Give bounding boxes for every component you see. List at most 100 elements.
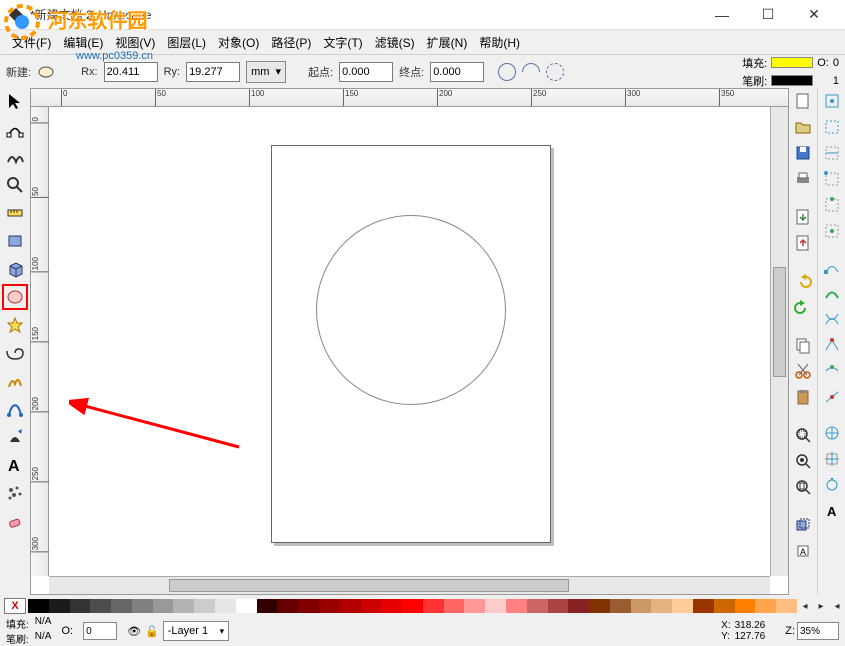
snap-smooth-icon[interactable] <box>821 360 843 382</box>
palette-swatch[interactable] <box>402 599 423 613</box>
palette-swatch[interactable] <box>589 599 610 613</box>
import-icon[interactable] <box>792 206 814 228</box>
measure-tool[interactable] <box>2 200 28 226</box>
palette-swatch[interactable] <box>714 599 735 613</box>
snap-line-midpoint-icon[interactable] <box>821 386 843 408</box>
palette-swatch[interactable] <box>631 599 652 613</box>
zoom-input[interactable] <box>797 622 839 640</box>
status-stroke[interactable]: N/A <box>35 631 52 646</box>
ellipse-preset-icon[interactable] <box>37 63 55 81</box>
ellipse-tool[interactable] <box>2 284 28 310</box>
minimize-button[interactable]: — <box>699 1 745 29</box>
snap-bbox-midpoint-icon[interactable] <box>821 194 843 216</box>
snap-bbox-corner-icon[interactable] <box>821 168 843 190</box>
ry-input[interactable] <box>186 62 240 82</box>
palette-swatch[interactable] <box>111 599 132 613</box>
palette-swatch[interactable] <box>672 599 693 613</box>
zoom-drawing-icon[interactable] <box>792 450 814 472</box>
scrollbar-vertical[interactable] <box>770 107 788 576</box>
spiral-tool[interactable] <box>2 340 28 366</box>
rectangle-tool[interactable] <box>2 228 28 254</box>
menu-path[interactable]: 路径(P) <box>265 34 317 51</box>
node-tool[interactable] <box>2 116 28 142</box>
export-icon[interactable] <box>792 232 814 254</box>
palette-swatch[interactable] <box>257 599 278 613</box>
palette-swatch[interactable] <box>49 599 70 613</box>
new-doc-icon[interactable] <box>792 90 814 112</box>
bezier-tool[interactable] <box>2 396 28 422</box>
palette-swatch[interactable] <box>28 599 49 613</box>
unit-select[interactable]: mm▾ <box>246 61 286 83</box>
zoom-tool[interactable] <box>2 172 28 198</box>
palette-swatch[interactable] <box>776 599 797 613</box>
snap-rotation-icon[interactable] <box>821 474 843 496</box>
zoom-page-icon[interactable] <box>792 476 814 498</box>
star-tool[interactable] <box>2 312 28 338</box>
palette-swatch[interactable] <box>236 599 257 613</box>
status-fill[interactable]: N/A <box>35 616 52 631</box>
open-icon[interactable] <box>792 116 814 138</box>
save-icon[interactable] <box>792 142 814 164</box>
snap-center-icon[interactable] <box>821 448 843 470</box>
menu-file[interactable]: 文件(F) <box>6 34 57 51</box>
text-tool[interactable]: A <box>2 452 28 478</box>
palette-none[interactable]: X <box>4 598 26 614</box>
redo-icon[interactable] <box>792 296 814 318</box>
undo-icon[interactable] <box>792 270 814 292</box>
palette-swatch[interactable] <box>194 599 215 613</box>
layer-visibility-icon[interactable]: 👁 <box>127 625 141 638</box>
snap-bbox-center-icon[interactable] <box>821 220 843 242</box>
palette-swatch[interactable] <box>485 599 506 613</box>
menu-edit[interactable]: 编辑(E) <box>57 34 109 51</box>
snap-cusp-icon[interactable] <box>821 334 843 356</box>
canvas[interactable] <box>49 107 770 576</box>
menu-extension[interactable]: 扩展(N) <box>421 34 474 51</box>
selector-tool[interactable] <box>2 88 28 114</box>
color-palette[interactable] <box>28 599 797 613</box>
arc-mode-icons[interactable] <box>498 63 564 81</box>
palette-scroll-right[interactable]: ▸ <box>813 601 829 612</box>
opacity-input[interactable] <box>83 622 117 640</box>
end-input[interactable] <box>430 62 484 82</box>
menu-text[interactable]: 文字(T) <box>317 34 368 51</box>
palette-swatch[interactable] <box>651 599 672 613</box>
print-icon[interactable] <box>792 168 814 190</box>
palette-menu[interactable]: ◂ <box>829 601 845 612</box>
palette-swatch[interactable] <box>90 599 111 613</box>
ellipse-shape[interactable] <box>316 215 506 405</box>
palette-swatch[interactable] <box>444 599 465 613</box>
eraser-tool[interactable] <box>2 508 28 534</box>
palette-swatch[interactable] <box>132 599 153 613</box>
palette-swatch[interactable] <box>568 599 589 613</box>
palette-swatch[interactable] <box>381 599 402 613</box>
menu-filter[interactable]: 滤镜(S) <box>369 34 421 51</box>
snap-text-icon[interactable]: A <box>821 500 843 522</box>
layer-lock-icon[interactable]: 🔓 <box>145 625 159 638</box>
palette-swatch[interactable] <box>610 599 631 613</box>
pencil-tool[interactable] <box>2 368 28 394</box>
clone-icon[interactable]: A <box>792 540 814 562</box>
rx-input[interactable] <box>104 62 158 82</box>
palette-swatch[interactable] <box>755 599 776 613</box>
menu-object[interactable]: 对象(O) <box>212 34 265 51</box>
snap-bbox-edge-icon[interactable] <box>821 142 843 164</box>
ruler-vertical[interactable]: 050100150200250300 <box>31 107 49 576</box>
palette-swatch[interactable] <box>464 599 485 613</box>
snap-path-icon[interactable] <box>821 282 843 304</box>
palette-swatch[interactable] <box>277 599 298 613</box>
snap-node-icon[interactable] <box>821 256 843 278</box>
spray-tool[interactable] <box>2 480 28 506</box>
duplicate-icon[interactable] <box>792 514 814 536</box>
copy-icon[interactable] <box>792 334 814 356</box>
palette-swatch[interactable] <box>340 599 361 613</box>
palette-swatch[interactable] <box>153 599 174 613</box>
paste-icon[interactable] <box>792 386 814 408</box>
snap-enable-icon[interactable] <box>821 90 843 112</box>
palette-swatch[interactable] <box>319 599 340 613</box>
palette-swatch[interactable] <box>735 599 756 613</box>
menu-view[interactable]: 视图(V) <box>109 34 161 51</box>
start-input[interactable] <box>339 62 393 82</box>
palette-swatch[interactable] <box>548 599 569 613</box>
layer-select[interactable]: -Layer 1 <box>163 621 229 641</box>
cut-icon[interactable] <box>792 360 814 382</box>
